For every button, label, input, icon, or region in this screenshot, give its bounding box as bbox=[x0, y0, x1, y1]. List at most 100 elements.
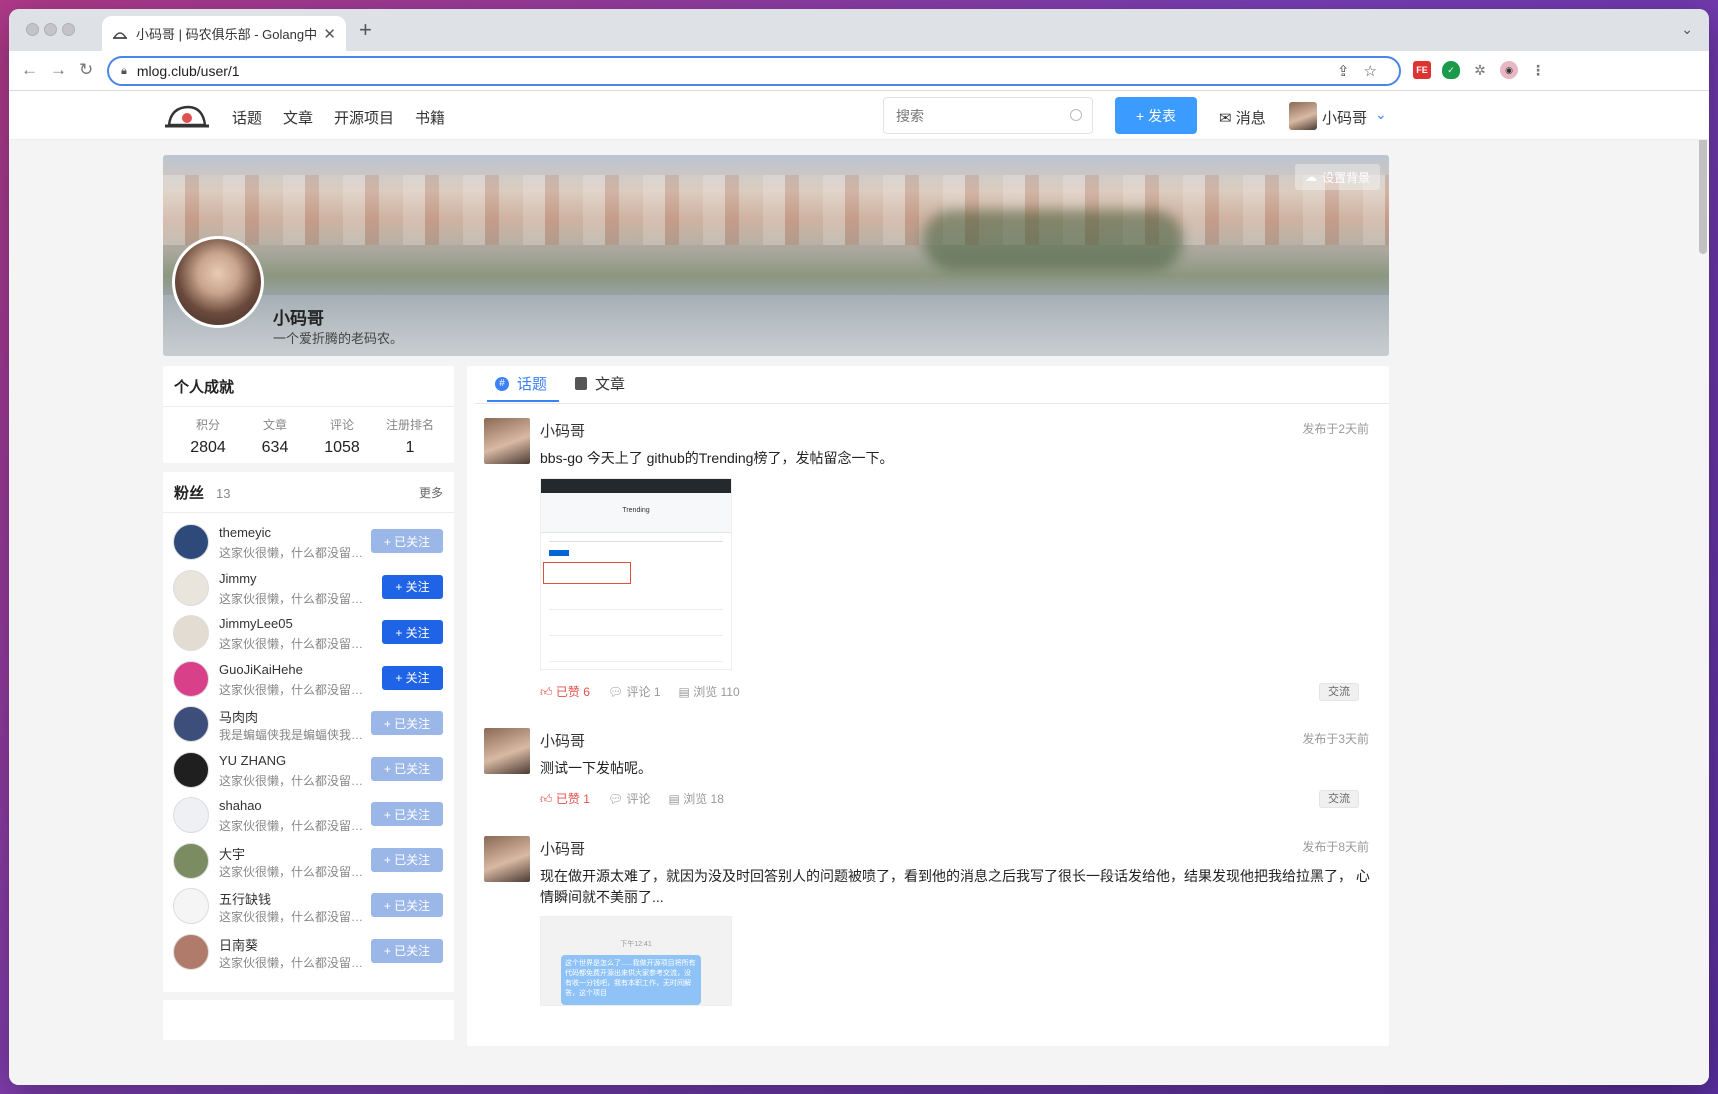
follow-button[interactable]: + 关注 bbox=[382, 665, 443, 690]
post-author-avatar[interactable] bbox=[484, 836, 530, 882]
tab-articles[interactable]: 文章 bbox=[575, 373, 625, 394]
fan-name[interactable]: 大宇 bbox=[219, 844, 245, 863]
fan-avatar[interactable] bbox=[173, 933, 209, 970]
fan-avatar[interactable] bbox=[173, 524, 209, 560]
next-card bbox=[163, 1000, 454, 1040]
unfollow-button[interactable]: + 已关注 bbox=[371, 893, 443, 917]
messages-link[interactable]: ✉ 消息 bbox=[1219, 107, 1266, 128]
fan-item[interactable]: 日南葵 这家伙很懒，什么都没留下… + 已关注 bbox=[173, 932, 443, 972]
fan-name[interactable]: 日南葵 bbox=[219, 935, 258, 954]
fan-avatar[interactable] bbox=[173, 842, 209, 879]
zoom-window-button[interactable] bbox=[62, 23, 75, 36]
user-avatar[interactable] bbox=[1289, 102, 1317, 130]
search-input[interactable] bbox=[883, 97, 1093, 134]
tab-search-icon[interactable]: ⌄ bbox=[1681, 21, 1693, 38]
back-icon[interactable]: ← bbox=[21, 60, 38, 80]
address-bar[interactable]: 🔒︎ mlog.club/user/1 ⇪☆ bbox=[107, 56, 1401, 86]
post-tag[interactable]: 交流 bbox=[1319, 790, 1359, 808]
tab-close-icon[interactable]: ✕ bbox=[323, 25, 336, 43]
fan-item[interactable]: Jimmy 这家伙很懒，什么都没留下这… + 关注 bbox=[173, 568, 443, 608]
fan-item[interactable]: YU ZHANG 这家伙很懒，什么都没留下… + 已关注 bbox=[173, 750, 443, 790]
nav-books-link[interactable]: 书籍 bbox=[415, 107, 445, 128]
fan-name[interactable]: themeyic bbox=[219, 525, 271, 540]
fan-item[interactable]: themeyic 这家伙很懒，什么都没留下… + 已关注 bbox=[173, 522, 443, 562]
fan-item[interactable]: shahao 这家伙很懒，什么都没留下… + 已关注 bbox=[173, 795, 443, 835]
unfollow-button[interactable]: + 已关注 bbox=[371, 938, 443, 963]
profile-avatar-icon[interactable]: ◉ bbox=[1500, 61, 1518, 79]
unfollow-button[interactable]: + 已关注 bbox=[371, 847, 443, 872]
search-icon[interactable] bbox=[1070, 109, 1082, 121]
like-button[interactable]: 👍︎ 已赞 6 bbox=[540, 683, 590, 700]
set-background-button[interactable]: ☁ 设置背景 bbox=[1294, 164, 1380, 190]
post-item[interactable]: 小码哥 发布于2天前 bbs-go 今天上了 github的Trending榜了… bbox=[484, 418, 1379, 708]
publish-button[interactable]: + 发表 bbox=[1115, 97, 1197, 134]
fan-name[interactable]: JimmyLee05 bbox=[219, 616, 293, 631]
browser-tab[interactable]: 小码哥 | 码农俱乐部 - Golang中国 ✕ bbox=[102, 16, 346, 51]
extension-fe-icon[interactable]: FE bbox=[1413, 61, 1431, 79]
unfollow-button[interactable]: + 已关注 bbox=[371, 802, 443, 826]
post-author[interactable]: 小码哥 bbox=[540, 420, 585, 441]
fans-more-link[interactable]: 更多 bbox=[419, 484, 443, 501]
post-text[interactable]: bbs-go 今天上了 github的Trending榜了，发帖留念一下。 bbox=[540, 448, 1370, 469]
fan-name[interactable]: 五行缺钱 bbox=[219, 889, 271, 908]
fan-avatar[interactable] bbox=[173, 706, 209, 742]
forward-icon[interactable]: → bbox=[50, 60, 67, 80]
post-item[interactable]: 小码哥 发布于8天前 现在做开源太难了，就因为没及时回答别人的问题被喷了，看到他… bbox=[484, 836, 1379, 1085]
fan-item[interactable]: JimmyLee05 这家伙很懒，什么都没留下这… + 关注 bbox=[173, 613, 443, 653]
post-image-chat-screenshot[interactable]: 下午12:41 这个世界是怎么了......我做开源项目将所有代码都免费开源出来… bbox=[540, 916, 732, 1006]
post-author[interactable]: 小码哥 bbox=[540, 730, 585, 751]
fan-item[interactable]: 大宇 这家伙很懒，什么都没留下… + 已关注 bbox=[173, 841, 443, 881]
fan-name[interactable]: Jimmy bbox=[219, 571, 257, 586]
chevron-down-icon[interactable]: ⌄ bbox=[1375, 106, 1387, 123]
post-image-github-trending[interactable]: Trending bbox=[540, 478, 732, 670]
post-text[interactable]: 现在做开源太难了，就因为没及时回答别人的问题被喷了，看到他的消息之后我写了很长一… bbox=[540, 866, 1370, 908]
fan-avatar[interactable] bbox=[173, 569, 209, 606]
fan-avatar[interactable] bbox=[173, 615, 209, 651]
fan-item[interactable]: 五行缺钱这家伙很懒，什么都没留下… + 已关注 bbox=[173, 886, 443, 926]
fan-item[interactable]: 马肉肉 我是蝙蝠侠我是蝙蝠侠我是… + 已关注 bbox=[173, 704, 443, 744]
post-tag[interactable]: 交流 bbox=[1319, 683, 1359, 701]
nav-opensource-link[interactable]: 开源项目 bbox=[334, 107, 394, 128]
fan-item[interactable]: GuoJiKaiHehe 这家伙很懒，什么都没留下这… + 关注 bbox=[173, 659, 443, 699]
fan-name[interactable]: GuoJiKaiHehe bbox=[219, 662, 303, 677]
chat-bubble: 这个世界是怎么了......我做开源项目将所有代码都免费开源出来供大家参考交流，… bbox=[561, 955, 701, 1005]
post-text[interactable]: 测试一下发帖呢。 bbox=[540, 758, 1370, 779]
unfollow-button[interactable]: + 已关注 bbox=[371, 529, 443, 553]
tab-topics[interactable]: # 话题 bbox=[495, 373, 547, 394]
extension-shield-icon[interactable]: ✓ bbox=[1442, 61, 1460, 79]
site-logo-icon[interactable] bbox=[163, 101, 211, 131]
post-item[interactable]: 小码哥 发布于3天前 测试一下发帖呢。 👍︎ 已赞 1 💬︎ 评论 ▤ 浏览 1… bbox=[484, 728, 1379, 818]
unfollow-button[interactable]: + 已关注 bbox=[371, 711, 443, 735]
fan-name[interactable]: 马肉肉 bbox=[219, 707, 258, 726]
fan-avatar[interactable] bbox=[173, 751, 209, 788]
follow-button[interactable]: + 关注 bbox=[382, 620, 443, 644]
fan-avatar[interactable] bbox=[173, 797, 209, 833]
fan-avatar[interactable] bbox=[173, 660, 209, 697]
nav-topics-link[interactable]: 话题 bbox=[232, 107, 262, 128]
bookmark-star-icon[interactable]: ☆ bbox=[1364, 63, 1391, 80]
user-menu-name[interactable]: 小码哥 bbox=[1322, 107, 1367, 128]
post-author-avatar[interactable] bbox=[484, 728, 530, 774]
new-tab-button[interactable]: + bbox=[359, 19, 372, 41]
follow-button[interactable]: + 关注 bbox=[382, 574, 443, 599]
comment-button[interactable]: 💬︎ 评论 bbox=[608, 790, 651, 807]
fan-avatar[interactable] bbox=[173, 888, 209, 924]
nav-articles-link[interactable]: 文章 bbox=[283, 107, 313, 128]
like-button[interactable]: 👍︎ 已赞 1 bbox=[540, 790, 590, 807]
reload-icon[interactable]: ↻ bbox=[79, 60, 93, 80]
view-count-item: ▤ 浏览 110 bbox=[679, 683, 740, 700]
extensions-puzzle-icon[interactable]: ✲ bbox=[1471, 61, 1489, 79]
share-icon[interactable]: ⇪ bbox=[1337, 63, 1364, 80]
close-window-button[interactable] bbox=[26, 23, 39, 36]
unfollow-button[interactable]: + 已关注 bbox=[371, 756, 443, 781]
fan-description: 这家伙很懒，什么都没留下… bbox=[219, 910, 374, 924]
tab-topics-label: 话题 bbox=[517, 376, 548, 393]
minimize-window-button[interactable] bbox=[44, 23, 57, 36]
post-author-avatar[interactable] bbox=[484, 418, 530, 464]
browser-menu-icon[interactable]: ⋮ bbox=[1529, 61, 1547, 79]
fan-name[interactable]: YU ZHANG bbox=[219, 753, 286, 768]
comment-button[interactable]: 💬︎ 评论 1 bbox=[608, 683, 661, 700]
stat-value: 1 bbox=[405, 439, 415, 456]
fan-name[interactable]: shahao bbox=[219, 798, 262, 813]
post-author[interactable]: 小码哥 bbox=[540, 838, 585, 859]
